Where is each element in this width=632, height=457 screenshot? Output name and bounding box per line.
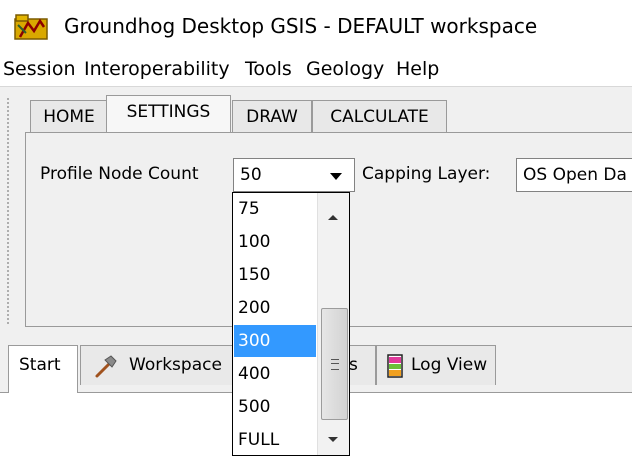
tab-home[interactable]: HOME <box>30 100 108 132</box>
scroll-thumb[interactable] <box>321 308 348 420</box>
title-bar: Groundhog Desktop GSIS - DEFAULT workspa… <box>0 0 632 52</box>
menu-interoperability[interactable]: Interoperability <box>84 57 230 81</box>
option-100[interactable]: 100 <box>234 226 316 258</box>
tab-settings[interactable]: SETTINGS <box>106 95 231 132</box>
toolbar-grip[interactable] <box>6 97 10 325</box>
option-full[interactable]: FULL <box>234 424 316 455</box>
option-300[interactable]: 300 <box>234 325 316 357</box>
option-75[interactable]: 75 <box>234 193 316 225</box>
chevron-down-icon[interactable] <box>330 173 342 180</box>
capping-layer-select[interactable]: OS Open Da <box>516 158 632 192</box>
menu-tools[interactable]: Tools <box>245 57 292 81</box>
profile-node-count-label: Profile Node Count <box>40 164 199 184</box>
capping-layer-value: OS Open Da <box>523 165 627 185</box>
window-title: Groundhog Desktop GSIS - DEFAULT workspa… <box>64 14 538 38</box>
profile-node-count-value: 50 <box>240 165 262 185</box>
option-500[interactable]: 500 <box>234 391 316 423</box>
hammer-icon <box>95 355 117 378</box>
scroll-down-icon[interactable] <box>328 437 338 442</box>
menu-geology[interactable]: Geology <box>306 57 384 81</box>
capping-layer-label: Capping Layer: <box>362 164 491 184</box>
tab-start[interactable]: Start <box>8 345 78 393</box>
profile-node-count-select[interactable]: 50 <box>233 158 355 192</box>
tab-log-view[interactable]: Log View <box>376 345 496 385</box>
tab-workspace-label: Workspace <box>129 355 222 375</box>
profile-node-count-dropdown[interactable]: 75 100 150 200 300 400 500 FULL <box>232 192 350 456</box>
menu-session[interactable]: Session <box>3 57 76 81</box>
tab-log-view-label: Log View <box>411 355 488 375</box>
tab-start-label: Start <box>19 355 61 375</box>
log-icon <box>387 354 403 378</box>
option-150[interactable]: 150 <box>234 259 316 291</box>
tab-calculate[interactable]: CALCULATE <box>312 100 447 132</box>
dropdown-scrollbar[interactable] <box>317 193 349 455</box>
option-200[interactable]: 200 <box>234 292 316 324</box>
scroll-up-icon[interactable] <box>328 215 338 220</box>
grip-lines-icon <box>331 359 339 370</box>
tab-hidden-label: s <box>349 355 358 375</box>
menu-help[interactable]: Help <box>396 57 439 81</box>
option-400[interactable]: 400 <box>234 358 316 390</box>
tab-workspace[interactable]: Workspace <box>80 345 240 385</box>
menu-bar: Session Interoperability Tools Geology H… <box>0 52 632 87</box>
folder-map-icon <box>14 14 48 40</box>
tab-draw[interactable]: DRAW <box>232 100 312 132</box>
